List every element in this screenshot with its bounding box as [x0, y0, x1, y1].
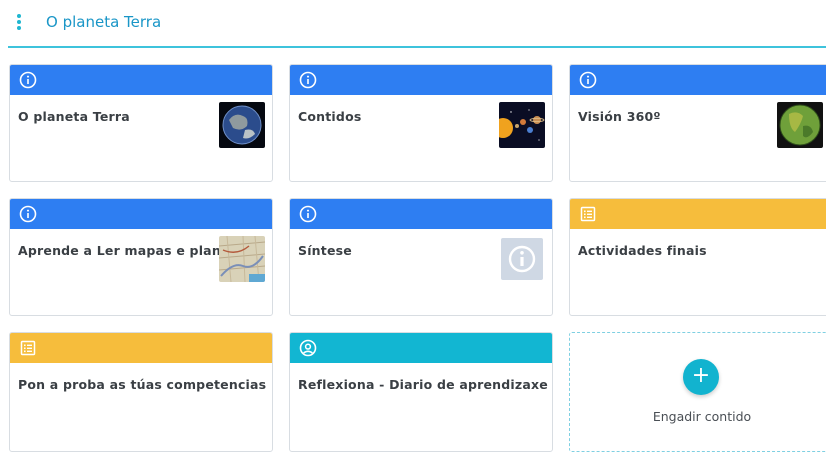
add-content-card[interactable]: + Engadir contido [569, 332, 826, 452]
card-header [290, 333, 552, 363]
card-header [10, 199, 272, 229]
map-thumbnail [219, 236, 265, 282]
card-title: Síntese [298, 243, 352, 258]
card-header [570, 65, 826, 95]
content-card-o-planeta-terra[interactable]: O planeta Terra [9, 64, 273, 182]
checklist-icon[interactable] [19, 339, 37, 357]
info-icon[interactable] [579, 71, 597, 89]
add-content-button[interactable]: + [683, 359, 719, 395]
header-divider [8, 46, 826, 48]
info-icon[interactable] [19, 205, 37, 223]
info-icon[interactable] [299, 205, 317, 223]
card-title: Aprende a Ler mapas e planos [18, 243, 238, 258]
content-card-reflexiona[interactable]: Reflexiona - Diario de aprendizaxe [289, 332, 553, 452]
card-header [10, 333, 272, 363]
card-header [570, 199, 826, 229]
card-header [10, 65, 272, 95]
card-header [290, 65, 552, 95]
info-icon[interactable] [299, 71, 317, 89]
user-circle-icon[interactable] [299, 339, 317, 357]
card-title: O planeta Terra [18, 109, 130, 124]
solar-system-thumbnail [499, 102, 545, 148]
content-card-vision-360[interactable]: Visión 360º [569, 64, 826, 182]
more-options-icon[interactable] [14, 12, 24, 32]
green-globe-thumbnail [777, 102, 823, 148]
earth-globe-thumbnail [219, 102, 265, 148]
checklist-icon[interactable] [579, 205, 597, 223]
card-title: Visión 360º [578, 109, 661, 124]
page-title: O planeta Terra [46, 13, 162, 31]
card-title: Pon a proba as túas competencias [18, 377, 267, 392]
content-card-aprende-a-ler-mapas[interactable]: Aprende a Ler mapas e planos [9, 198, 273, 316]
content-card-contidos[interactable]: Contidos [289, 64, 553, 182]
top-bar: O planeta Terra [0, 0, 826, 48]
info-icon[interactable] [19, 71, 37, 89]
content-card-pon-a-proba[interactable]: Pon a proba as túas competencias [9, 332, 273, 452]
content-card-sintese[interactable]: Síntese [289, 198, 553, 316]
card-title: Actividades finais [578, 243, 707, 258]
add-content-label: Engadir contido [652, 409, 752, 424]
content-card-actividades-finais[interactable]: Actividades finais [569, 198, 826, 316]
card-header [290, 199, 552, 229]
card-title: Reflexiona - Diario de aprendizaxe [298, 377, 548, 392]
card-title: Contidos [298, 109, 362, 124]
info-placeholder-thumbnail [501, 238, 543, 280]
